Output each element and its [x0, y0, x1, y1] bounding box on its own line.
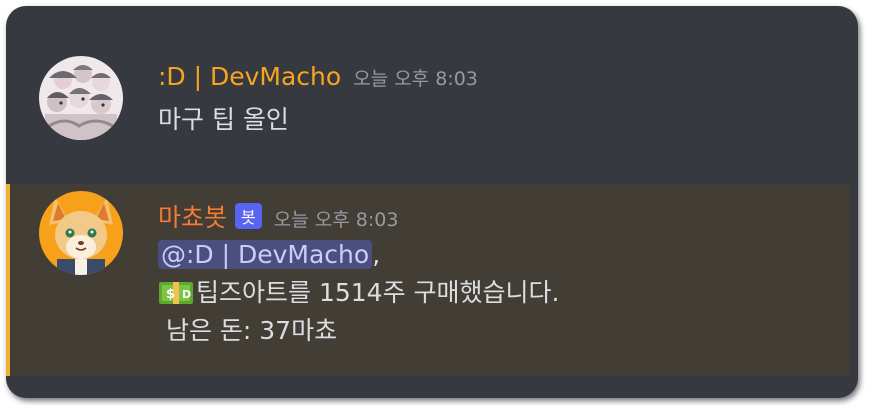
- group-illustration-icon: [39, 56, 123, 140]
- bot-badge: 봇: [235, 203, 262, 229]
- message-content: 마구 팁 올인: [158, 101, 289, 139]
- user-mention[interactable]: @:D | DevMacho: [158, 240, 373, 269]
- author-name[interactable]: 마쵸봇: [158, 198, 227, 234]
- balance-text: 남은 돈: 37마쵸: [158, 316, 338, 345]
- message-machobot: 마쵸봇 봇 오늘 오후 8:03 @:D | DevMacho, $ D 팁즈아…: [6, 184, 850, 376]
- author-name[interactable]: :D | DevMacho: [158, 62, 341, 91]
- content-line-3: 남은 돈: 37마쵸: [158, 312, 559, 350]
- fox-character-icon: [39, 191, 123, 275]
- purchase-text: 팁즈아트를 1514주 구매했습니다.: [196, 278, 560, 307]
- message-devmacho: :D | DevMacho 오늘 오후 8:03 마구 팁 올인: [6, 6, 858, 178]
- timestamp[interactable]: 오늘 오후 8:03: [353, 64, 478, 91]
- bot-avatar[interactable]: [39, 191, 123, 275]
- content-line-2: $ D 팁즈아트를 1514주 구매했습니다.: [158, 274, 559, 312]
- timestamp[interactable]: 오늘 오후 8:03: [274, 205, 399, 232]
- message-text: 마구 팁 올인: [158, 105, 289, 134]
- message-header: 마쵸봇 봇 오늘 오후 8:03: [158, 198, 398, 234]
- svg-text:$: $: [166, 287, 175, 302]
- message-content: @:D | DevMacho, $ D 팁즈아트를 1514주 구매했습니다. …: [158, 236, 559, 350]
- content-line-1: @:D | DevMacho,: [158, 236, 559, 274]
- svg-text:D: D: [182, 288, 191, 301]
- chat-window: :D | DevMacho 오늘 오후 8:03 마구 팁 올인 마쵸봇 봇 오…: [6, 6, 858, 398]
- user-avatar[interactable]: [39, 56, 123, 140]
- money-dollar-icon: $ D: [158, 279, 194, 305]
- mention-suffix: ,: [372, 240, 381, 269]
- message-header: :D | DevMacho 오늘 오후 8:03: [158, 62, 478, 91]
